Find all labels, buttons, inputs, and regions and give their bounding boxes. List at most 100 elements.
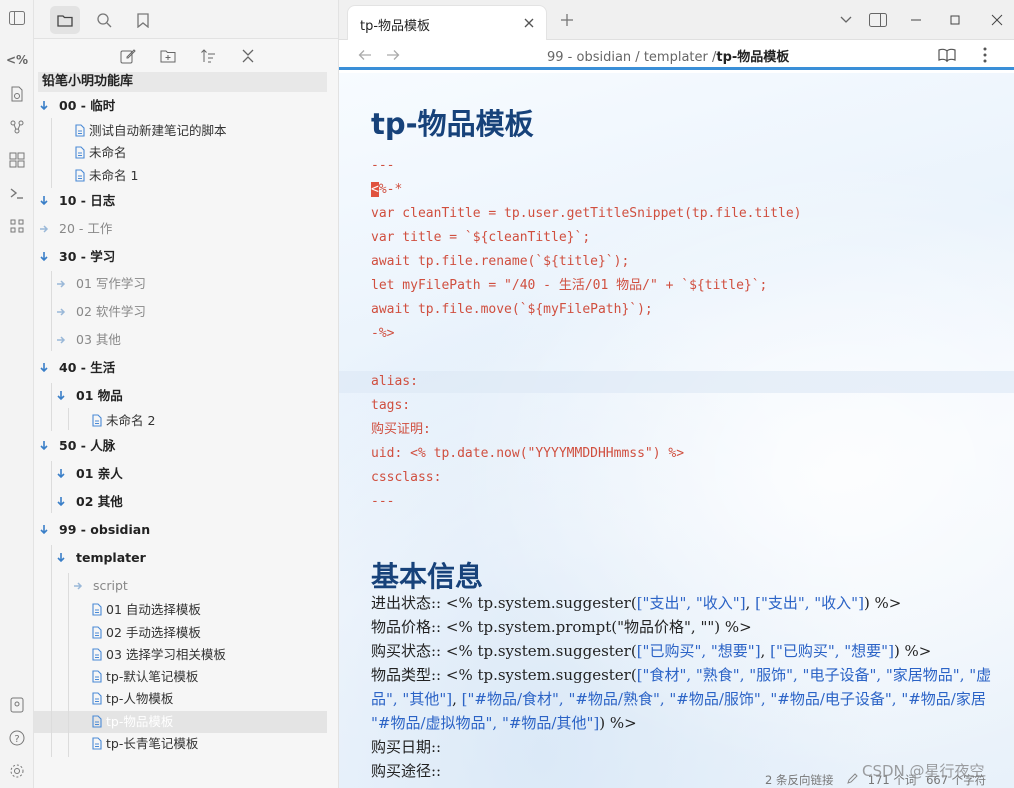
settings-icon[interactable] — [5, 759, 29, 783]
tree-folder[interactable]: 01 亲人 — [57, 463, 331, 485]
plugin-icon[interactable] — [5, 214, 29, 238]
bookmark-icon[interactable] — [128, 6, 158, 34]
prop-line-buy-status[interactable]: 购买状态:: <% tp.system.suggester(["已购买", "想… — [371, 639, 931, 663]
canvas-icon[interactable] — [5, 148, 29, 172]
sort-icon[interactable] — [196, 44, 220, 68]
tree-folder[interactable]: 99 - obsidian — [40, 519, 331, 541]
tree-file[interactable]: tp-默认笔记模板 — [76, 666, 331, 688]
files-tab-icon[interactable] — [50, 6, 80, 34]
tree-folder[interactable]: 50 - 人脉 — [40, 435, 331, 457]
code-line[interactable]: tags: — [371, 395, 410, 417]
tree-folder[interactable]: 00 - 临时 — [40, 95, 331, 117]
tree-file[interactable]: tp-长青笔记模板 — [76, 733, 331, 755]
collapse-all-icon[interactable] — [236, 44, 260, 68]
tree-file[interactable]: tp-物品模板 — [34, 711, 327, 733]
new-folder-icon[interactable] — [156, 44, 180, 68]
heading-basic-info[interactable]: 基本信息 — [371, 555, 483, 595]
chevron-right-icon[interactable] — [55, 334, 67, 346]
tree-file[interactable]: 未命名 1 — [59, 165, 331, 187]
new-tab-icon[interactable] — [559, 12, 575, 28]
tree-file[interactable]: 02 手动选择模板 — [76, 622, 331, 644]
breadcrumb-current-file[interactable]: tp-物品模板 — [716, 50, 789, 65]
chevron-down-icon[interactable] — [55, 390, 67, 402]
tree-file[interactable]: 01 自动选择模板 — [76, 599, 331, 621]
sidebar-toggle-icon[interactable] — [5, 6, 29, 30]
code-line[interactable]: alias: — [339, 371, 1014, 393]
tree-file[interactable]: tp-人物模板 — [76, 688, 331, 710]
chevron-right-icon[interactable] — [55, 306, 67, 318]
code-line[interactable]: var title = `${cleanTitle}`; — [371, 227, 590, 249]
tab-tp-item-template[interactable]: tp-物品模板 — [347, 5, 547, 40]
chevron-down-icon[interactable] — [38, 440, 50, 452]
code-line[interactable]: --- — [371, 491, 394, 513]
maximize-icon[interactable] — [945, 10, 965, 30]
prop-line-in-out[interactable]: 进出状态:: <% tp.system.suggester(["支出", "收入… — [371, 591, 901, 615]
chevron-down-icon[interactable] — [55, 552, 67, 564]
pencil-icon[interactable] — [847, 773, 858, 787]
tree-folder[interactable]: script — [74, 575, 331, 597]
chevron-right-icon[interactable] — [72, 580, 84, 592]
vault-icon[interactable] — [5, 693, 29, 717]
right-sidebar-toggle-icon[interactable] — [868, 10, 888, 30]
tree-folder[interactable]: templater — [57, 547, 331, 569]
code-line[interactable]: let myFilePath = "/40 - 生活/01 物品/" + `${… — [371, 275, 767, 297]
tree-folder[interactable]: 30 - 学习 — [40, 246, 331, 268]
window-close-icon[interactable] — [987, 10, 1007, 30]
code-line[interactable]: -%> — [371, 323, 394, 345]
chevron-down-icon[interactable] — [38, 251, 50, 263]
search-icon[interactable] — [89, 6, 119, 34]
graph-icon[interactable] — [5, 115, 29, 139]
templater-icon[interactable]: <% — [5, 48, 29, 72]
chevron-down-icon[interactable] — [38, 362, 50, 374]
code-line[interactable]: await tp.file.move(`${myFilePath}`); — [371, 299, 653, 321]
breadcrumb-subfolder[interactable]: templater — [644, 50, 708, 65]
prop-line-item-type[interactable]: 物品类型:: <% tp.system.suggester(["食材", "熟食… — [371, 663, 991, 687]
minimize-icon[interactable] — [906, 10, 926, 30]
chevron-right-icon[interactable] — [38, 223, 50, 235]
chevron-down-icon[interactable] — [55, 468, 67, 480]
tree-file[interactable]: 测试自动新建笔记的脚本 — [59, 120, 331, 142]
chevron-down-icon[interactable] — [38, 524, 50, 536]
tree-folder[interactable]: 01 写作学习 — [57, 273, 331, 295]
close-icon[interactable] — [522, 15, 536, 29]
chevron-right-icon[interactable] — [55, 278, 67, 290]
chevron-down-icon[interactable] — [38, 195, 50, 207]
code-line[interactable]: <%-* — [371, 179, 402, 201]
tree-file[interactable]: 03 选择学习相关模板 — [76, 644, 331, 666]
terminal-icon[interactable] — [5, 181, 29, 205]
prop-line-item-type-cont[interactable]: 品", "其他"], ["#物品/食材", "#物品/熟食", "#物品/服饰"… — [371, 687, 986, 711]
code-line[interactable]: uid: <% tp.date.now("YYYYMMDDHHmmss") %> — [371, 443, 684, 465]
reading-view-book-icon[interactable] — [937, 45, 957, 65]
more-options-icon[interactable] — [975, 45, 995, 65]
tree-file[interactable]: 未命名 — [59, 142, 331, 164]
tab-list-chevron-down-icon[interactable] — [836, 10, 856, 30]
tree-file[interactable]: 未命名 2 — [76, 410, 331, 432]
tree-folder[interactable]: 03 其他 — [57, 329, 331, 351]
forward-arrow-icon[interactable] — [383, 45, 403, 65]
chevron-down-icon[interactable] — [55, 496, 67, 508]
vault-name[interactable]: 铅笔小明功能库 — [38, 72, 327, 92]
tree-folder[interactable]: 40 - 生活 — [40, 357, 331, 379]
code-line[interactable]: var cleanTitle = tp.user.getTitleSnippet… — [371, 203, 801, 225]
new-note-icon[interactable] — [116, 44, 140, 68]
code-line[interactable]: await tp.file.rename(`${title}`); — [371, 251, 629, 273]
editor-content[interactable]: tp-物品模板 --- <%-* var cleanTitle = tp.user.… — [339, 73, 1014, 788]
prop-line-buy-channel[interactable]: 购买途径:: — [371, 759, 441, 783]
tree-folder[interactable]: 01 物品 — [57, 385, 331, 407]
code-line[interactable]: --- — [371, 155, 394, 177]
help-icon[interactable]: ? — [5, 726, 29, 750]
chevron-down-icon[interactable] — [38, 100, 50, 112]
breadcrumb-folder[interactable]: 99 - obsidian — [547, 50, 631, 65]
tree-folder[interactable]: 02 软件学习 — [57, 301, 331, 323]
code-line[interactable]: 购买证明: — [371, 419, 431, 441]
tree-folder[interactable]: 10 - 日志 — [40, 190, 331, 212]
tree-folder[interactable]: 02 其他 — [57, 491, 331, 513]
code-line[interactable]: cssclass: — [371, 467, 441, 489]
backlinks-count[interactable]: 2 条反向链接 — [765, 773, 833, 787]
inline-title[interactable]: tp-物品模板 — [371, 101, 534, 143]
prop-line-price[interactable]: 物品价格:: <% tp.system.prompt("物品价格", "") %… — [371, 615, 752, 639]
prop-line-item-type-end[interactable]: "#物品/虚拟物品", "#物品/其他"]) %> — [371, 711, 637, 735]
back-arrow-icon[interactable] — [355, 45, 375, 65]
prop-line-buy-date[interactable]: 购买日期:: — [371, 735, 441, 759]
tree-folder[interactable]: 20 - 工作 — [40, 218, 331, 240]
